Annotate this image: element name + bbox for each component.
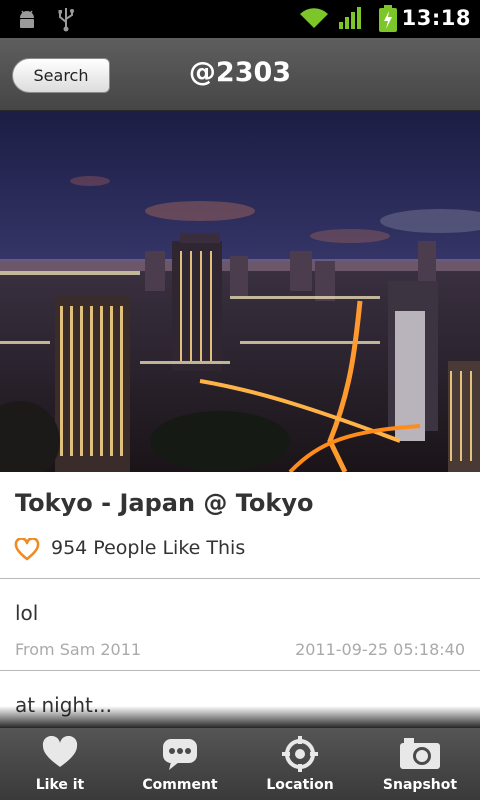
comment-icon (161, 736, 199, 776)
android-debug-icon (16, 8, 38, 34)
tab-like-it[interactable]: Like it (0, 728, 120, 800)
tab-label: Location (266, 777, 334, 793)
tab-snapshot[interactable]: Snapshot (360, 728, 480, 800)
heart-icon (41, 735, 79, 774)
likes-count: 954 People Like This (51, 537, 246, 559)
bottom-tab-bar: Like it Comment Location Snapshot (0, 728, 480, 800)
tab-label: Snapshot (382, 777, 458, 793)
scroll-fade (0, 706, 480, 728)
title-bar: Search @2303 (0, 38, 480, 111)
tab-label: Comment (142, 777, 218, 793)
signal-icon (338, 6, 364, 34)
comment-text: lol (15, 601, 39, 625)
city-night-skyline-image[interactable] (0, 111, 480, 472)
comment-author: From Sam 2011 (15, 640, 142, 659)
location-icon (282, 736, 318, 776)
divider (0, 670, 480, 671)
heart-outline-icon (14, 537, 40, 566)
tab-label: Like it (35, 777, 85, 793)
tab-comment[interactable]: Comment (120, 728, 240, 800)
usb-icon (56, 6, 76, 36)
camera-icon (398, 736, 442, 774)
tab-location[interactable]: Location (240, 728, 360, 800)
post-title: Tokyo - Japan @ Tokyo (15, 489, 314, 517)
status-bar: 13:18 (0, 0, 480, 38)
comment-date: 2011-09-25 05:18:40 (295, 640, 465, 659)
wifi-icon (298, 6, 330, 34)
divider (0, 578, 480, 579)
battery-charging-icon (378, 5, 398, 37)
page-title: @2303 (188, 57, 292, 88)
clock: 13:18 (401, 6, 471, 30)
